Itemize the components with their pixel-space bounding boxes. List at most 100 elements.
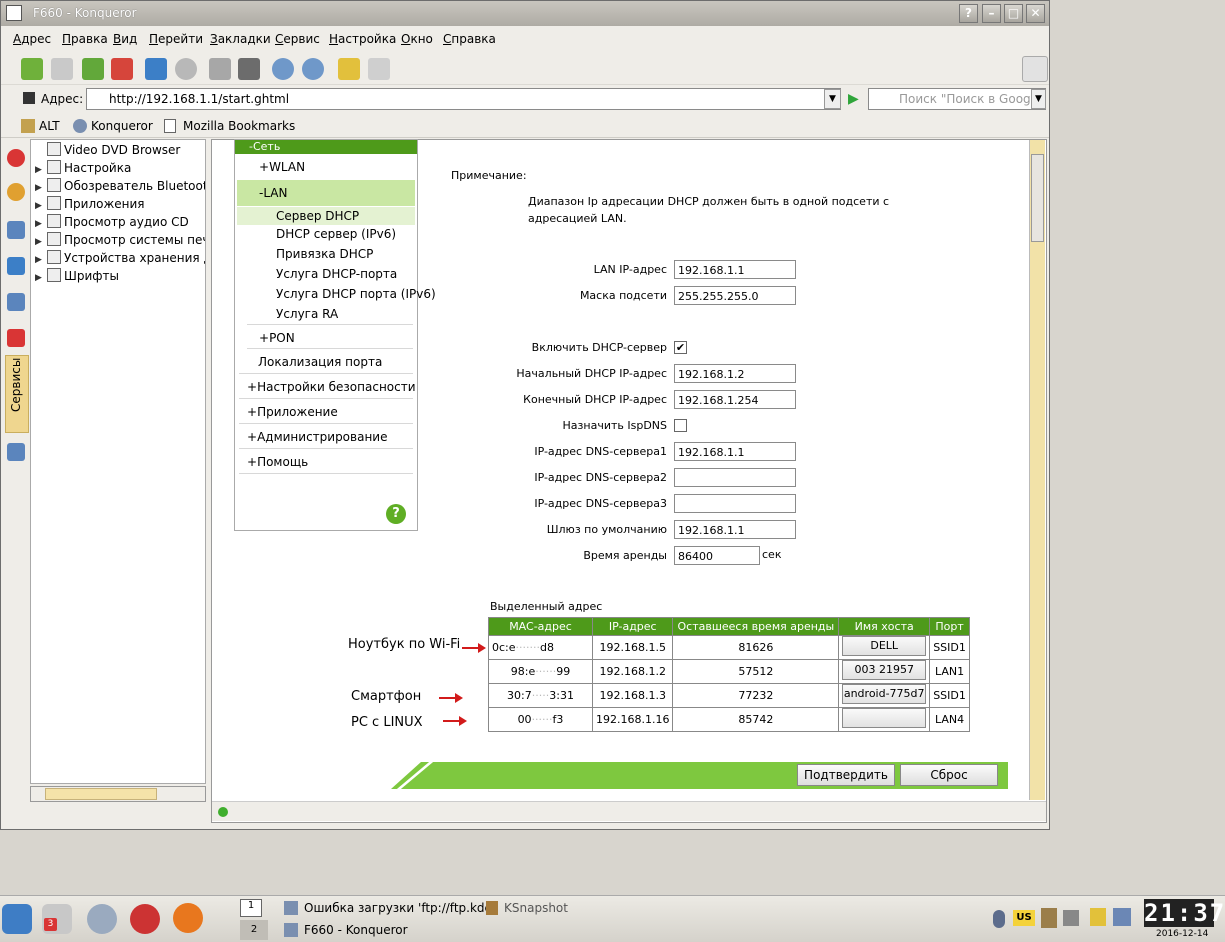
nav-dhcp-port[interactable]: Услуга DHCP-порта <box>276 267 397 281</box>
nav-dhcp-server[interactable]: Сервер DHCP <box>276 209 359 223</box>
menu-settings[interactable]: Настройка <box>329 32 396 46</box>
forward-icon[interactable] <box>51 58 73 80</box>
keyboard-layout-indicator[interactable]: US <box>1013 910 1035 926</box>
dns3-input[interactable] <box>674 494 796 513</box>
expand-icon[interactable]: ▶ <box>35 165 47 175</box>
task-f660-konqueror[interactable]: F660 - Konqueror <box>304 923 408 937</box>
home-folder-icon[interactable] <box>7 221 25 239</box>
stop-icon[interactable] <box>175 58 197 80</box>
network-tray-icon[interactable] <box>1113 908 1131 926</box>
menu-edit[interactable]: Правка <box>62 32 108 46</box>
expand-icon[interactable]: ▶ <box>35 183 47 193</box>
dhcp-end-input[interactable]: 192.168.1.254 <box>674 390 796 409</box>
clock[interactable]: 21:37 <box>1144 899 1224 927</box>
bluetooth-tray-icon[interactable] <box>993 910 1005 928</box>
task-error-window[interactable]: Ошибка загрузки 'ftp://ftp.kde <box>304 901 492 915</box>
expand-icon[interactable]: ▶ <box>35 201 47 211</box>
expand-icon[interactable]: ▶ <box>35 237 47 247</box>
close-button[interactable]: ✕ <box>1026 4 1045 23</box>
tools-icon[interactable] <box>368 58 390 80</box>
help-button[interactable]: ? <box>959 4 978 23</box>
page-vertical-scrollbar[interactable] <box>1029 140 1045 800</box>
bookmark-mozilla[interactable]: Mozilla Bookmarks <box>183 119 295 133</box>
nav-administration[interactable]: +Администрирование <box>247 430 387 444</box>
bookmark-konqueror[interactable]: Konqueror <box>91 119 153 133</box>
security-icon[interactable] <box>338 58 360 80</box>
devices-icon[interactable] <box>7 443 25 461</box>
tree-item[interactable]: ▶Просмотр системы печат <box>35 232 205 250</box>
tree-item[interactable]: Video DVD Browser <box>35 142 180 160</box>
nav-network[interactable]: -Сеть <box>235 140 417 154</box>
lan-ip-input[interactable]: 192.168.1.1 <box>674 260 796 279</box>
volume-tray-icon[interactable] <box>1063 910 1079 926</box>
bookmark-alt[interactable]: ALT <box>39 119 60 133</box>
root-folder-icon[interactable] <box>7 329 25 347</box>
nav-wlan[interactable]: +WLAN <box>259 160 305 174</box>
hostname-button[interactable]: 003 21957 <box>842 660 927 680</box>
expand-icon[interactable]: ▶ <box>35 219 47 229</box>
tree-item[interactable]: ▶ Настройка <box>35 160 131 178</box>
desktop-2-button[interactable]: 2 <box>240 920 268 940</box>
go-icon[interactable]: ▶ <box>848 91 859 107</box>
bookmarks-heart-icon[interactable] <box>7 149 25 167</box>
desktop-1-button[interactable]: 1 <box>240 899 262 917</box>
network-icon[interactable] <box>7 293 25 311</box>
page-scroll-thumb[interactable] <box>1031 154 1044 242</box>
media-icon[interactable] <box>7 257 25 275</box>
clear-address-icon[interactable] <box>23 92 35 104</box>
reload-icon[interactable] <box>145 58 167 80</box>
dns2-input[interactable] <box>674 468 796 487</box>
start-menu-icon[interactable] <box>2 904 32 934</box>
up-icon[interactable] <box>82 58 104 80</box>
home-icon[interactable] <box>111 58 133 80</box>
sidebar-tab-services[interactable]: Сервисы <box>5 355 29 433</box>
search-engine-dropdown[interactable]: ▼ <box>1031 89 1046 109</box>
menu-go[interactable]: Перейти <box>149 32 203 46</box>
nav-port-localization[interactable]: Локализация порта <box>258 355 382 369</box>
dhcp-enable-checkbox[interactable]: ✔ <box>674 341 687 354</box>
menu-view[interactable]: Вид <box>113 32 137 46</box>
expand-icon[interactable]: ▶ <box>35 273 47 283</box>
menu-help[interactable]: Справка <box>443 32 496 46</box>
tree-scroll-thumb[interactable] <box>45 788 157 800</box>
back-icon[interactable] <box>21 58 43 80</box>
hostname-button[interactable] <box>842 708 927 728</box>
zoom-in-icon[interactable] <box>272 58 294 80</box>
nav-dhcp-server-ipv6[interactable]: DHCP сервер (IPv6) <box>276 227 396 241</box>
nav-help[interactable]: +Помощь <box>247 455 308 469</box>
confirm-button[interactable]: Подтвердить <box>797 764 895 786</box>
tree-item[interactable]: ▶ Просмотр аудио CD <box>35 214 189 232</box>
menu-window[interactable]: Окно <box>401 32 433 46</box>
tree-item[interactable]: ▶ Приложения <box>35 196 145 214</box>
expand-icon[interactable]: ▶ <box>35 255 47 265</box>
tree-item[interactable]: ▶ Шрифты <box>35 268 119 286</box>
nav-dhcp-binding[interactable]: Привязка DHCP <box>276 247 373 261</box>
menu-tools[interactable]: Сервис <box>275 32 320 46</box>
hostname-button[interactable]: DELL <box>842 636 927 656</box>
gateway-input[interactable]: 192.168.1.1 <box>674 520 796 539</box>
nav-application[interactable]: +Приложение <box>247 405 338 419</box>
search-input[interactable]: Поиск "Поиск в Google" <box>868 88 1046 110</box>
tree-item[interactable]: ▶ Обозреватель Bluetooth <box>35 178 205 196</box>
title-bar[interactable]: F660 - Konqueror ? – □ ✕ <box>1 1 1049 26</box>
menu-address[interactable]: Адрес <box>13 32 51 46</box>
ispdns-checkbox[interactable] <box>674 419 687 432</box>
nav-lan[interactable]: -LAN <box>259 186 288 200</box>
address-input[interactable]: http://192.168.1.1/start.ghtml <box>86 88 841 110</box>
reset-button[interactable]: Сброс <box>900 764 998 786</box>
maximize-button[interactable]: □ <box>1004 4 1023 23</box>
print-icon[interactable] <box>209 58 231 80</box>
hostname-button[interactable]: android-775d7 <box>842 684 927 704</box>
zoom-out-icon[interactable] <box>302 58 324 80</box>
disk-app-icon[interactable] <box>130 904 160 934</box>
tree-item[interactable]: ▶Устройства хранения дан <box>35 250 205 268</box>
tree-horizontal-scrollbar[interactable] <box>30 786 206 802</box>
task-ksnapshot[interactable]: KSnapshot <box>504 901 568 915</box>
clock-app-icon[interactable] <box>87 904 117 934</box>
nav-pon[interactable]: +PON <box>259 331 295 345</box>
dhcp-start-input[interactable]: 192.168.1.2 <box>674 364 796 383</box>
nav-dhcp-port-ipv6[interactable]: Услуга DHCP порта (IPv6) <box>276 287 436 301</box>
menu-bookmarks[interactable]: Закладки <box>210 32 271 46</box>
firefox-icon[interactable] <box>173 903 203 933</box>
updates-tray-icon[interactable] <box>1090 908 1106 926</box>
